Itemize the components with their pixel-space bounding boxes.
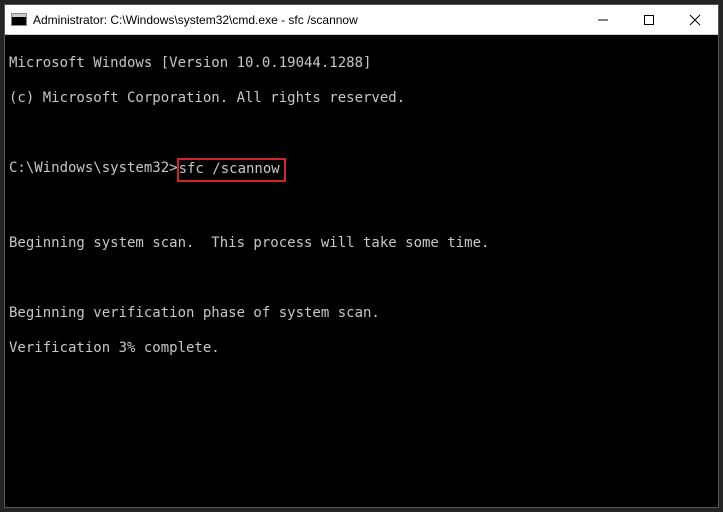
blank-line	[9, 200, 714, 218]
progress-line: Verification 3% complete.	[9, 340, 714, 358]
verify-line: Beginning verification phase of system s…	[9, 305, 714, 323]
blank-line	[9, 125, 714, 143]
cmd-icon	[11, 13, 27, 26]
cmd-window: Administrator: C:\Windows\system32\cmd.e…	[4, 4, 719, 508]
screenshot-frame: Administrator: C:\Windows\system32\cmd.e…	[0, 0, 723, 512]
console-output[interactable]: Microsoft Windows [Version 10.0.19044.12…	[5, 35, 718, 507]
minimize-button[interactable]	[580, 5, 626, 34]
prompt-line: C:\Windows\system32>sfc /scannow	[9, 160, 714, 183]
window-controls	[580, 5, 718, 34]
app-icon-wrap	[5, 5, 33, 35]
prompt-text: C:\Windows\system32>	[9, 160, 178, 178]
close-icon	[689, 14, 701, 26]
maximize-icon	[644, 15, 654, 25]
titlebar[interactable]: Administrator: C:\Windows\system32\cmd.e…	[5, 5, 718, 35]
blank-line	[9, 270, 714, 288]
maximize-button[interactable]	[626, 5, 672, 34]
command-text: sfc /scannow	[179, 161, 280, 177]
close-button[interactable]	[672, 5, 718, 34]
copyright-line: (c) Microsoft Corporation. All rights re…	[9, 90, 714, 108]
scan-begin-line: Beginning system scan. This process will…	[9, 235, 714, 253]
command-highlight: sfc /scannow	[177, 158, 286, 183]
window-title: Administrator: C:\Windows\system32\cmd.e…	[33, 13, 580, 27]
version-line: Microsoft Windows [Version 10.0.19044.12…	[9, 55, 714, 73]
minimize-icon	[598, 15, 608, 25]
